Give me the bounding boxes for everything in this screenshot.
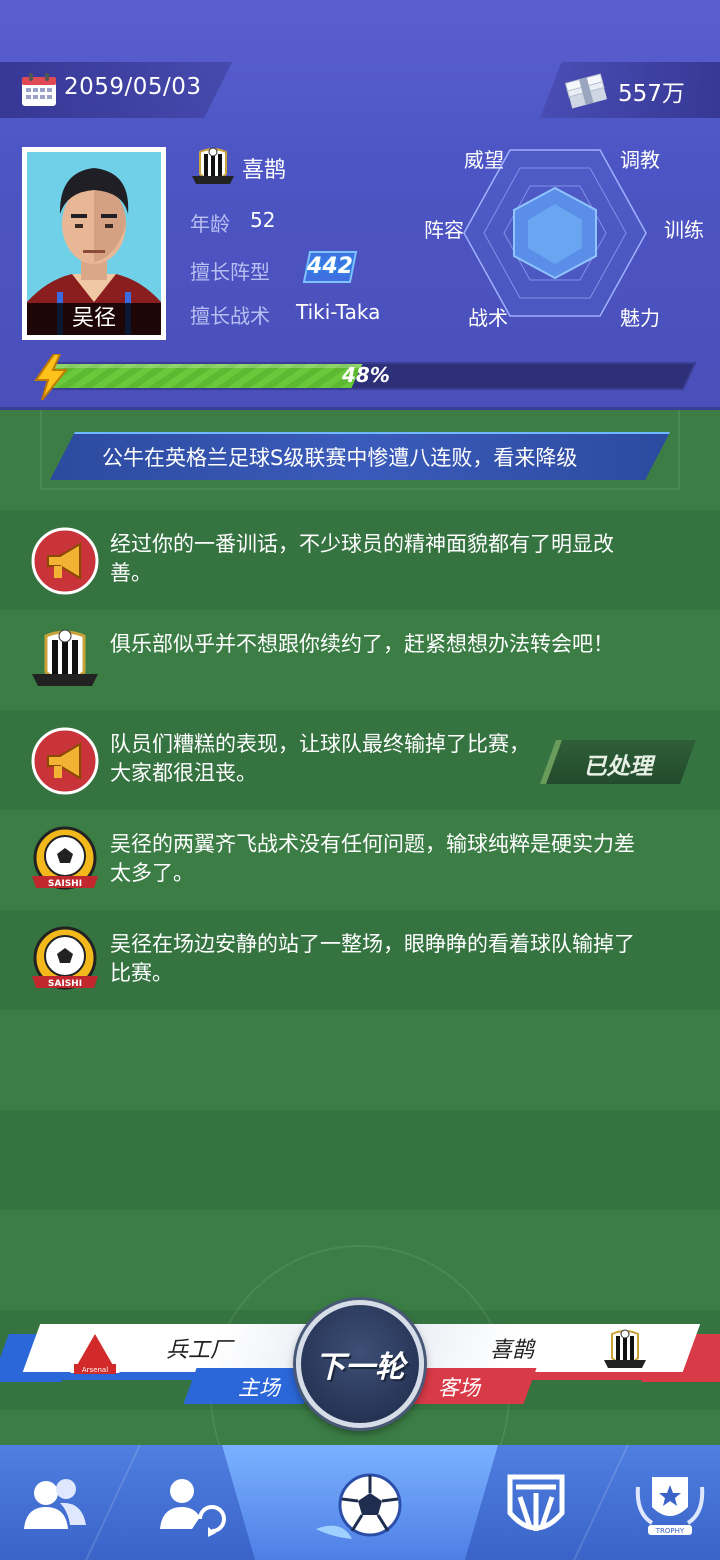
energy-bar: 48% [32, 354, 697, 400]
energy-percent: 48% [342, 363, 390, 387]
megaphone-icon [31, 727, 99, 795]
message-list: 经过你的一番训话，不少球员的精神面貌都有了明显改善。 俱乐部似乎并不想跟你续约了… [0, 510, 720, 1010]
formation-value: 442 [307, 254, 353, 279]
handled-button[interactable]: 已处理 [539, 740, 697, 784]
list-item[interactable]: SAISHI 吴径在场边安静的站了一整场，眼睁睁的看着球队输掉了比赛。 [0, 910, 720, 1010]
manager-portrait[interactable]: 吴径 [22, 147, 166, 340]
message-text: 队员们糟糕的表现，让球队最终输掉了比赛，大家都很沮丧。 [110, 732, 530, 785]
cash-stack-icon [564, 73, 608, 109]
arsenal-logo-text: Arsenal [82, 1366, 108, 1374]
news-ticker[interactable]: 公牛在英格兰足球S级联赛中惨遭八连败，看来降级 [50, 432, 670, 480]
team-name: 喜鹊 [242, 158, 287, 183]
team-crest-icon [604, 1329, 646, 1368]
team-crest-icon [192, 147, 234, 184]
manager-name: 吴径 [27, 303, 161, 335]
ticker-text: 公牛在英格兰足球S级联赛中惨遭八连败，看来降级 [102, 446, 578, 470]
radar-label-coaching: 调教 [620, 148, 660, 172]
list-item[interactable]: SAISHI 吴径的两翼齐飞战术没有任何问题，输球纯粹是硬实力差太多了。 [0, 810, 720, 910]
money-amount: 557万 [618, 81, 685, 107]
megaphone-icon [31, 527, 99, 595]
current-date: 2059/05/03 [64, 74, 202, 100]
radar-label-squad: 阵容 [424, 218, 464, 242]
team-crest-icon [32, 629, 98, 686]
trophy-text: TROPHY [655, 1527, 685, 1535]
radar-label-prestige: 威望 [464, 148, 504, 172]
arsenal-logo-icon: Arsenal [70, 1330, 120, 1374]
home-team-name: 兵工厂 [166, 1338, 233, 1363]
list-item[interactable]: 队员们糟糕的表现，让球队最终输掉了比赛，大家都很沮丧。 已处理 [0, 710, 720, 810]
saishi-ball-icon: SAISHI [32, 926, 98, 990]
match-ball-icon[interactable] [312, 1459, 408, 1555]
team-icon[interactable] [16, 1467, 96, 1547]
saishi-text: SAISHI [48, 979, 82, 989]
home-label: 主场 [238, 1376, 280, 1400]
list-item[interactable]: 俱乐部似乎并不想跟你续约了，赶紧想想办法转会吧！ [0, 610, 720, 710]
list-item[interactable]: 经过你的一番训话，不少球员的精神面貌都有了明显改善。 [0, 510, 720, 610]
age-label: 年龄 [190, 212, 230, 236]
away-team-name: 喜鹊 [490, 1338, 535, 1363]
trophy-icon[interactable]: TROPHY [630, 1467, 710, 1547]
message-text: 吴径的两翼齐飞战术没有任何问题，输球纯粹是硬实力差太多了。 [110, 832, 635, 885]
message-text: 俱乐部似乎并不想跟你续约了，赶紧想想办法转会吧！ [110, 632, 614, 656]
bottom-nav: TROPHY [0, 1445, 720, 1560]
age-value: 52 [250, 208, 276, 232]
nav-divider [573, 1445, 629, 1560]
formation-label: 擅长阵型 [190, 260, 270, 284]
radar-label-training: 训练 [664, 218, 704, 242]
next-match-bar: Arsenal 兵工厂 主场 喜鹊 客场 下一轮 [0, 1300, 720, 1428]
calendar-icon [22, 73, 56, 106]
saishi-ball-icon: SAISHI [32, 826, 98, 890]
handled-button-label: 已处理 [583, 754, 653, 780]
away-label: 客场 [438, 1376, 480, 1400]
transfer-icon[interactable] [148, 1467, 228, 1547]
top-status-bar: 2059/05/03 557万 [0, 62, 720, 118]
lightning-icon [34, 354, 69, 400]
energy-fill [44, 364, 363, 388]
next-round-label[interactable]: 下一轮 [296, 1342, 424, 1386]
tactic-value: Tiki-Taka [296, 300, 381, 324]
message-text: 经过你的一番训话，不少球员的精神面貌都有了明显改善。 [110, 532, 614, 585]
tactic-label: 擅长战术 [190, 304, 270, 328]
manager-header: 2059/05/03 557万 吴径 喜鹊 年龄 52 擅长阵型 442 擅长战… [0, 0, 720, 410]
message-text: 吴径在场边安静的站了一整场，眼睁睁的看着球队输掉了比赛。 [110, 932, 635, 985]
radar-label-charisma: 魅力 [620, 306, 660, 330]
club-crest-icon[interactable] [496, 1467, 576, 1547]
radar-label-tactics: 战术 [468, 306, 508, 330]
saishi-text: SAISHI [48, 879, 82, 889]
